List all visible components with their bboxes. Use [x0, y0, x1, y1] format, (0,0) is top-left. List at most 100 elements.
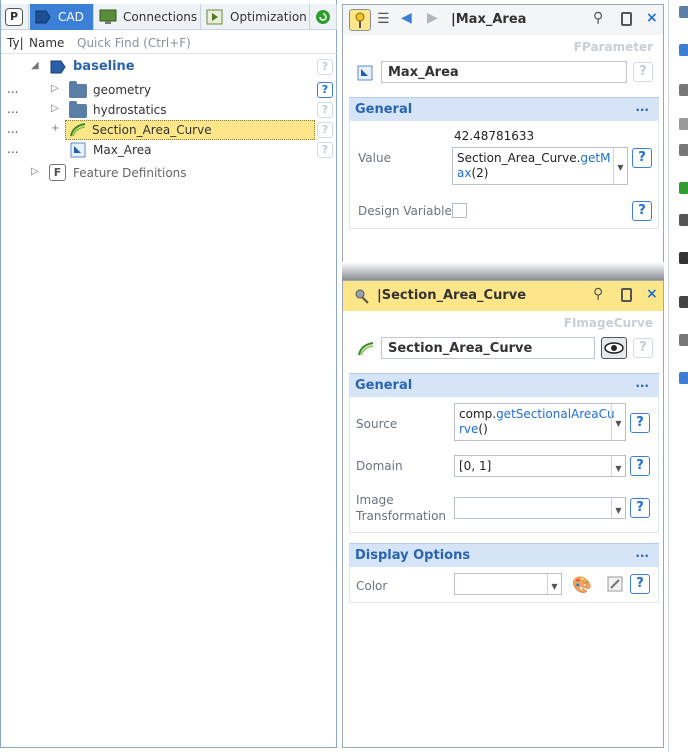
expr-method-end: ax: [457, 166, 472, 180]
pin-button[interactable]: [349, 9, 371, 31]
list-icon[interactable]: ☰: [377, 11, 390, 27]
copy-icon[interactable]: [621, 12, 632, 26]
help-button[interactable]: ?: [630, 498, 650, 518]
strip-icon[interactable]: [679, 372, 688, 384]
strip-icon[interactable]: [679, 44, 688, 56]
help-button[interactable]: ?: [630, 456, 650, 476]
tree-row-hydrostatics[interactable]: ... ▷ hydrostatics ?: [1, 100, 337, 120]
color-field[interactable]: ▼: [454, 573, 562, 595]
source-label: Source: [356, 417, 398, 431]
help-button[interactable]: ?: [633, 62, 653, 82]
name-field[interactable]: Max_Area: [381, 61, 627, 83]
curve-toolbar: |Section_Area_Curve ⚲ ×: [343, 281, 663, 311]
display-options-section-header[interactable]: Display Options ...: [349, 543, 659, 567]
tree-row-feature-definitions[interactable]: ▷ F Feature Definitions: [1, 163, 337, 183]
value-expression-field[interactable]: Section_Area_Curve.getM ax(2) ▼: [452, 147, 628, 185]
tree-row-section-area-curve[interactable]: ... + Section_Area_Curve ?: [1, 120, 337, 140]
strip-icon[interactable]: [679, 118, 688, 130]
name-column[interactable]: Name: [29, 36, 64, 50]
section-title: General: [355, 378, 413, 393]
strip-icon[interactable]: [679, 84, 688, 96]
strip-icon[interactable]: [679, 214, 688, 226]
search-icon[interactable]: ⚲: [593, 286, 603, 302]
copy-icon[interactable]: [621, 288, 632, 302]
p-icon: P: [5, 8, 23, 26]
strip-icon[interactable]: [679, 182, 688, 194]
design-variable-checkbox[interactable]: [452, 203, 467, 218]
general-section-header[interactable]: General ...: [349, 373, 659, 397]
section-menu[interactable]: ...: [635, 100, 649, 114]
tab-connections[interactable]: Connections: [95, 4, 201, 30]
close-icon[interactable]: ×: [646, 10, 658, 26]
strip-icon[interactable]: [679, 144, 688, 156]
pin-icon[interactable]: [351, 286, 371, 306]
help-button[interactable]: ?: [317, 82, 333, 98]
back-icon[interactable]: ◀: [401, 10, 412, 26]
expand-icon[interactable]: ▷: [31, 166, 39, 177]
help-button[interactable]: ?: [632, 201, 652, 221]
strip-icon[interactable]: [679, 296, 688, 308]
image-transformation-field[interactable]: ▼: [454, 497, 626, 519]
parameter-toolbar: ☰ ◀ ▶ |Max_Area ⚲ ×: [343, 5, 663, 35]
forward-icon[interactable]: ▶: [427, 10, 438, 26]
parameter-panel: ☰ ◀ ▶ |Max_Area ⚲ × FParameter Max_Area …: [342, 4, 664, 262]
tree-row-max-area[interactable]: ... Max_Area ?: [1, 140, 337, 160]
type-column[interactable]: Ty|: [7, 36, 24, 50]
help-button[interactable]: ?: [317, 122, 333, 138]
strip-icon[interactable]: [679, 334, 688, 346]
tree-row-geometry[interactable]: ... ▷ geometry ?: [1, 80, 337, 100]
expr-part: comp.: [459, 407, 497, 421]
strip-icon[interactable]: [679, 252, 688, 264]
help-button[interactable]: ?: [633, 338, 653, 358]
tree-row-baseline[interactable]: ◢ baseline ?: [1, 57, 337, 77]
expand-icon[interactable]: +: [51, 123, 59, 134]
domain-field[interactable]: [0, 1] ▼: [454, 455, 626, 477]
refresh-icon: [316, 10, 330, 24]
general-section-body: 42.48781633 Value Section_Area_Curve.get…: [349, 121, 659, 229]
help-button[interactable]: ?: [317, 102, 333, 118]
help-button[interactable]: ?: [317, 59, 333, 75]
help-button[interactable]: ?: [317, 142, 333, 158]
tab-cad[interactable]: CAD: [30, 4, 94, 30]
search-icon[interactable]: ⚲: [593, 10, 603, 26]
monitor-icon: [99, 9, 117, 24]
section-menu[interactable]: ...: [635, 546, 649, 560]
name-field[interactable]: Section_Area_Curve: [381, 337, 595, 359]
row-menu[interactable]: ...: [7, 142, 18, 156]
tab-p[interactable]: P: [1, 4, 29, 30]
close-icon[interactable]: ×: [646, 286, 658, 302]
row-menu[interactable]: ...: [7, 122, 18, 136]
help-button[interactable]: ?: [630, 413, 650, 433]
expand-icon[interactable]: ▷: [51, 103, 59, 114]
project-tree-panel: P CAD Connections Optimization Ty| Name …: [0, 0, 337, 748]
row-menu[interactable]: ...: [7, 102, 18, 116]
parameter-icon: [70, 142, 86, 158]
help-button[interactable]: ?: [632, 148, 652, 168]
row-menu[interactable]: ...: [7, 82, 18, 96]
tree-column-header: Ty| Name Quick Find (Ctrl+F): [1, 32, 337, 54]
quick-find-input[interactable]: Quick Find (Ctrl+F): [77, 36, 191, 50]
tree-label: geometry: [93, 83, 152, 97]
strip-icon[interactable]: [679, 6, 688, 18]
dropdown-arrow-icon[interactable]: ▼: [611, 456, 625, 476]
expand-icon[interactable]: ▷: [51, 83, 59, 94]
dropdown-arrow-icon[interactable]: ▼: [613, 148, 627, 184]
visibility-button[interactable]: [601, 337, 627, 359]
palette-icon[interactable]: 🎨: [572, 575, 592, 594]
dropdown-arrow-icon[interactable]: ▼: [611, 498, 625, 518]
help-button[interactable]: ?: [630, 574, 650, 594]
source-field[interactable]: comp.getSectionalAreaCu rve() ▼: [454, 403, 626, 441]
tab-optimization[interactable]: Optimization: [202, 4, 310, 30]
general-section-header[interactable]: General ...: [349, 97, 659, 121]
dropdown-arrow-icon[interactable]: ▼: [611, 404, 625, 440]
domain-label: Domain: [356, 459, 403, 473]
color-label: Color: [356, 579, 388, 593]
panel-splitter[interactable]: [342, 262, 664, 280]
play-icon: [206, 9, 223, 25]
tab-refresh[interactable]: [311, 4, 337, 30]
collapse-icon[interactable]: ◢: [31, 60, 39, 71]
edit-icon[interactable]: [606, 575, 624, 593]
dropdown-arrow-icon[interactable]: ▼: [547, 574, 561, 594]
expr-method-end: rve: [459, 422, 479, 436]
section-menu[interactable]: ...: [635, 376, 649, 390]
